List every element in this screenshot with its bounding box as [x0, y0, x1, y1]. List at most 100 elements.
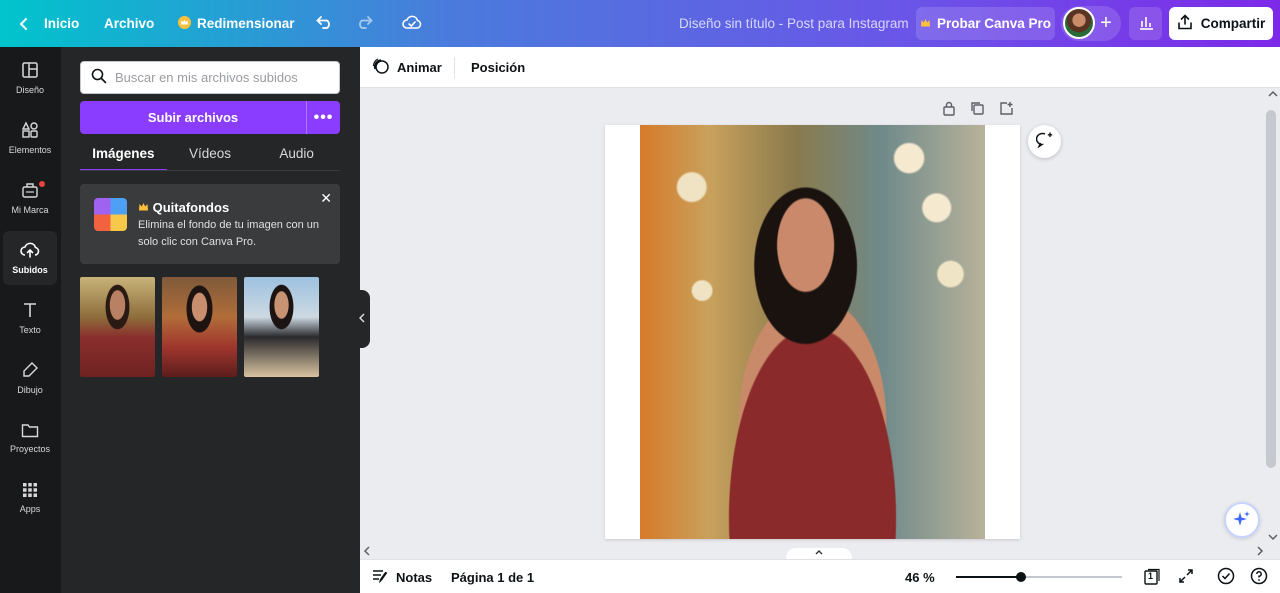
notes-label: Notas	[396, 569, 433, 585]
add-collaborator-button[interactable]: +	[1097, 12, 1115, 34]
rail-label: Diseño	[15, 85, 44, 95]
resize-label: Redimensionar	[197, 16, 295, 31]
pages-icon: 1	[1143, 568, 1161, 586]
chevron-left-icon	[18, 17, 30, 31]
uploads-grid	[80, 277, 319, 377]
search-icon	[91, 68, 107, 87]
crown-icon	[138, 200, 149, 215]
promo-text: Elimina el fondo de tu imagen con un sol…	[138, 219, 320, 248]
scroll-right-arrow-icon[interactable]	[1256, 546, 1264, 559]
rail-item-projects[interactable]: Proyectos	[3, 411, 57, 465]
tab-audio[interactable]: Audio	[253, 141, 340, 171]
check-circle-icon	[1217, 567, 1235, 588]
tab-videos[interactable]: Vídeos	[167, 141, 254, 171]
save-status-button[interactable]	[402, 0, 422, 47]
rail-label: Elementos	[8, 145, 52, 155]
rail-item-brand[interactable]: Mi Marca	[3, 171, 57, 225]
redo-button[interactable]	[355, 0, 373, 47]
uploaded-image[interactable]	[80, 277, 155, 377]
zoom-slider-fill	[956, 576, 1021, 578]
search-box[interactable]	[80, 61, 340, 94]
comment-plus-icon	[1035, 131, 1054, 152]
tab-images[interactable]: Imágenes	[80, 141, 167, 171]
bottom-bar: Notas Página 1 de 1 46 % 1	[360, 559, 1280, 593]
animate-button[interactable]: Animar	[372, 47, 442, 88]
try-pro-button[interactable]: Probar Canva Pro	[916, 7, 1055, 40]
upload-files-button[interactable]: Subir archivos	[80, 101, 306, 134]
undo-button[interactable]	[316, 0, 334, 47]
upload-more-button[interactable]: •••	[306, 101, 340, 134]
file-label: Archivo	[104, 16, 155, 31]
chevron-left-icon	[358, 312, 365, 326]
uploads-panel: Subir archivos ••• Imágenes Vídeos Audio…	[61, 47, 360, 593]
top-bar: Inicio Archivo Redimensionar Diseño sin …	[0, 0, 1280, 47]
share-button[interactable]: Compartir	[1169, 7, 1273, 40]
check-status-button[interactable]	[1217, 567, 1235, 588]
vertical-scrollbar[interactable]	[1266, 110, 1276, 468]
resize-button[interactable]: Redimensionar	[178, 0, 295, 47]
tab-divider	[80, 170, 340, 171]
help-button[interactable]	[1250, 567, 1268, 586]
notes-button[interactable]: Notas	[372, 560, 432, 593]
design-page[interactable]	[605, 125, 1020, 539]
insights-button[interactable]	[1129, 7, 1162, 40]
position-button[interactable]: Posición	[471, 47, 525, 88]
upload-button-group: Subir archivos •••	[80, 101, 340, 134]
undo-icon	[316, 15, 334, 32]
chevron-up-icon	[814, 548, 824, 559]
cloud-check-icon	[402, 14, 422, 33]
duplicate-page-icon[interactable]	[970, 101, 985, 119]
background-remover-promo[interactable]: Quitafondos Elimina el fondo de tu image…	[80, 184, 340, 264]
share-label: Compartir	[1200, 16, 1266, 31]
portrait-photo[interactable]	[640, 125, 985, 539]
document-title[interactable]: Diseño sin título - Post para Instagram	[679, 0, 909, 47]
rail-label: Texto	[19, 325, 41, 335]
magic-assistant-button[interactable]	[1224, 502, 1260, 538]
home-button[interactable]: Inicio	[18, 0, 79, 47]
context-toolbar: Animar Posición	[360, 47, 1280, 88]
add-page-icon[interactable]	[999, 101, 1014, 119]
rail-item-uploads[interactable]: Subidos	[3, 231, 57, 285]
toolbar-divider	[454, 57, 455, 78]
page-count-number: 1	[1148, 571, 1154, 581]
scroll-down-arrow-icon[interactable]	[1268, 533, 1278, 544]
page-tools	[942, 101, 1014, 119]
file-menu-button[interactable]: Archivo	[104, 0, 154, 47]
layout-icon	[21, 61, 39, 81]
crown-icon	[178, 15, 191, 32]
rail-item-elements[interactable]: Elementos	[3, 111, 57, 165]
uploaded-image[interactable]	[244, 277, 319, 377]
page-count-button[interactable]: 1	[1143, 568, 1161, 586]
rail-item-text[interactable]: Texto	[3, 291, 57, 345]
fullscreen-button[interactable]	[1177, 568, 1195, 586]
promo-title: Quitafondos	[138, 200, 229, 215]
rail-item-draw[interactable]: Dibujo	[3, 351, 57, 405]
apps-grid-icon	[22, 482, 38, 500]
share-upload-icon	[1177, 14, 1193, 33]
search-input[interactable]	[115, 70, 339, 85]
zoom-slider-handle[interactable]	[1015, 572, 1026, 582]
zoom-percentage[interactable]: 46 %	[905, 560, 935, 593]
expand-icon	[1178, 568, 1194, 587]
avatar[interactable]	[1063, 7, 1095, 39]
scroll-up-arrow-icon[interactable]	[1268, 90, 1278, 101]
rail-item-apps[interactable]: Apps	[3, 471, 57, 525]
lock-icon[interactable]	[942, 101, 956, 119]
promo-thumbnail	[94, 198, 127, 231]
crown-icon	[920, 16, 931, 31]
rail-label: Mi Marca	[11, 205, 49, 215]
collapse-panel-button[interactable]	[353, 290, 370, 348]
animate-label: Animar	[397, 60, 442, 75]
scroll-left-arrow-icon[interactable]	[363, 546, 371, 559]
page-indicator[interactable]: Página 1 de 1	[451, 560, 534, 593]
folder-icon	[21, 422, 39, 440]
uploaded-image[interactable]	[162, 277, 237, 377]
home-label: Inicio	[44, 16, 80, 31]
page-label: Página 1 de 1	[451, 569, 535, 585]
shapes-icon	[21, 121, 39, 141]
rail-label: Dibujo	[17, 385, 43, 395]
rail-label: Apps	[19, 504, 41, 514]
rail-item-design[interactable]: Diseño	[3, 51, 57, 105]
add-comment-button[interactable]	[1028, 125, 1061, 158]
close-icon[interactable]: ✕	[320, 190, 332, 207]
